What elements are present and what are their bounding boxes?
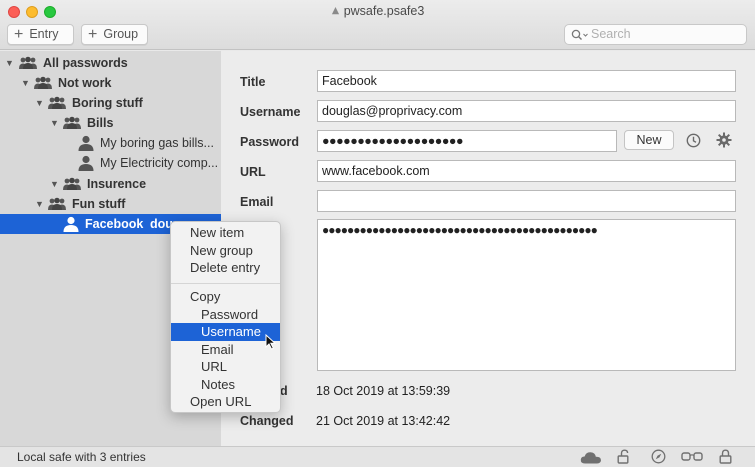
tree-item-gas-bills[interactable]: My boring gas bills... [0, 133, 221, 153]
tree-item-bills[interactable]: ▼ Bills [0, 113, 221, 133]
plus-icon: + [88, 26, 98, 43]
menu-item-copy-url[interactable]: URL [171, 358, 280, 376]
tree-item-all-passwords[interactable]: ▼ All passwords [0, 53, 221, 73]
created-label: d [280, 384, 288, 398]
menu-item-copy[interactable]: Copy [171, 288, 280, 306]
tree-item-label: Insurence [87, 177, 147, 191]
email-label: Email [240, 195, 274, 209]
username-field[interactable]: douglas@proprivacy.com [317, 100, 736, 122]
window-toolbar: pwsafe.psafe3 + Entry + Group Search [0, 0, 755, 50]
group-icon [63, 177, 81, 190]
tree-item-label: All passwords [43, 56, 128, 70]
url-label: URL [240, 165, 266, 179]
person-icon [78, 155, 94, 171]
menu-item-copy-email[interactable]: Email [171, 341, 280, 359]
tree-item-fun-stuff[interactable]: ▼ Fun stuff [0, 194, 221, 214]
changed-label: Changed [240, 414, 294, 428]
password-label: Password [240, 135, 300, 149]
tree-item-label: Boring stuff [72, 96, 143, 110]
menu-item-copy-notes[interactable]: Notes [171, 376, 280, 394]
generate-password-button[interactable]: New [624, 130, 674, 150]
menu-item-copy-username[interactable]: Username [171, 323, 280, 341]
search-icon [571, 29, 588, 40]
disclosure-down-icon[interactable]: ▼ [35, 194, 44, 214]
add-group-button[interactable]: + Group [81, 24, 148, 45]
disclosure-down-icon[interactable]: ▼ [35, 93, 44, 113]
disclosure-down-icon[interactable]: ▼ [21, 73, 30, 93]
person-icon [63, 216, 79, 232]
disclosure-down-icon[interactable]: ▼ [50, 113, 59, 133]
cloud-icon[interactable] [580, 451, 602, 464]
url-field[interactable]: www.facebook.com [317, 160, 736, 182]
menu-item-open-url[interactable]: Open URL [171, 393, 280, 411]
tree-item-label: Fun stuff [72, 197, 126, 211]
group-icon [19, 56, 37, 69]
menu-item-copy-password[interactable]: Password [171, 306, 280, 324]
tree-item-not-work[interactable]: ▼ Not work [0, 73, 221, 93]
plus-icon: + [14, 26, 24, 43]
disclosure-down-icon[interactable]: ▼ [5, 53, 14, 73]
glasses-icon[interactable] [681, 451, 703, 462]
search-input[interactable]: Search [564, 24, 747, 45]
person-icon [78, 135, 94, 151]
compass-icon[interactable] [651, 449, 666, 464]
username-label: Username [240, 105, 301, 119]
document-icon [331, 7, 339, 15]
password-field[interactable]: ●●●●●●●●●●●●●●●●●●●● [317, 130, 617, 152]
context-menu: New item New group Delete entry Copy Pas… [170, 221, 281, 413]
disclosure-down-icon[interactable]: ▼ [50, 174, 59, 194]
gear-icon[interactable] [716, 132, 732, 148]
tree-item-boring-stuff[interactable]: ▼ Boring stuff [0, 93, 221, 113]
tree-item-label: Bills [87, 116, 114, 130]
lock-icon[interactable] [719, 449, 732, 464]
window-title: pwsafe.psafe3 [0, 4, 755, 18]
group-icon [34, 76, 52, 89]
status-bar: Local safe with 3 entries [0, 446, 755, 467]
clock-icon[interactable] [686, 133, 701, 148]
notes-field[interactable]: ●●●●●●●●●●●●●●●●●●●●●●●●●●●●●●●●●●●●●●●●… [317, 219, 736, 371]
entry-detail-panel: Title Facebook Username douglas@propriva… [221, 51, 755, 446]
changed-value: 21 Oct 2019 at 13:42:42 [316, 414, 451, 428]
menu-item-new-item[interactable]: New item [171, 224, 280, 242]
status-text: Local safe with 3 entries [17, 450, 146, 464]
title-field[interactable]: Facebook [317, 70, 736, 92]
group-icon [63, 116, 81, 129]
menu-separator [171, 283, 280, 284]
tree-item-label: My boring gas bills... [100, 136, 214, 150]
group-icon [48, 96, 66, 109]
title-label: Title [240, 75, 266, 89]
tree-item-label: My Electricity comp... [100, 156, 219, 170]
unlock-icon[interactable] [617, 449, 631, 464]
email-field[interactable] [317, 190, 736, 212]
menu-item-new-group[interactable]: New group [171, 242, 280, 260]
tree-item-label: Not work [58, 76, 112, 90]
mouse-cursor-icon [265, 334, 276, 350]
group-icon [48, 197, 66, 210]
tree-item-label: Facebook [85, 217, 144, 231]
tree-item-electricity[interactable]: My Electricity comp... [0, 153, 221, 173]
add-entry-button[interactable]: + Entry [7, 24, 74, 45]
menu-item-delete-entry[interactable]: Delete entry [171, 259, 280, 277]
created-value: 18 Oct 2019 at 13:59:39 [316, 384, 451, 398]
tree-item-insurence[interactable]: ▼ Insurence [0, 174, 221, 194]
